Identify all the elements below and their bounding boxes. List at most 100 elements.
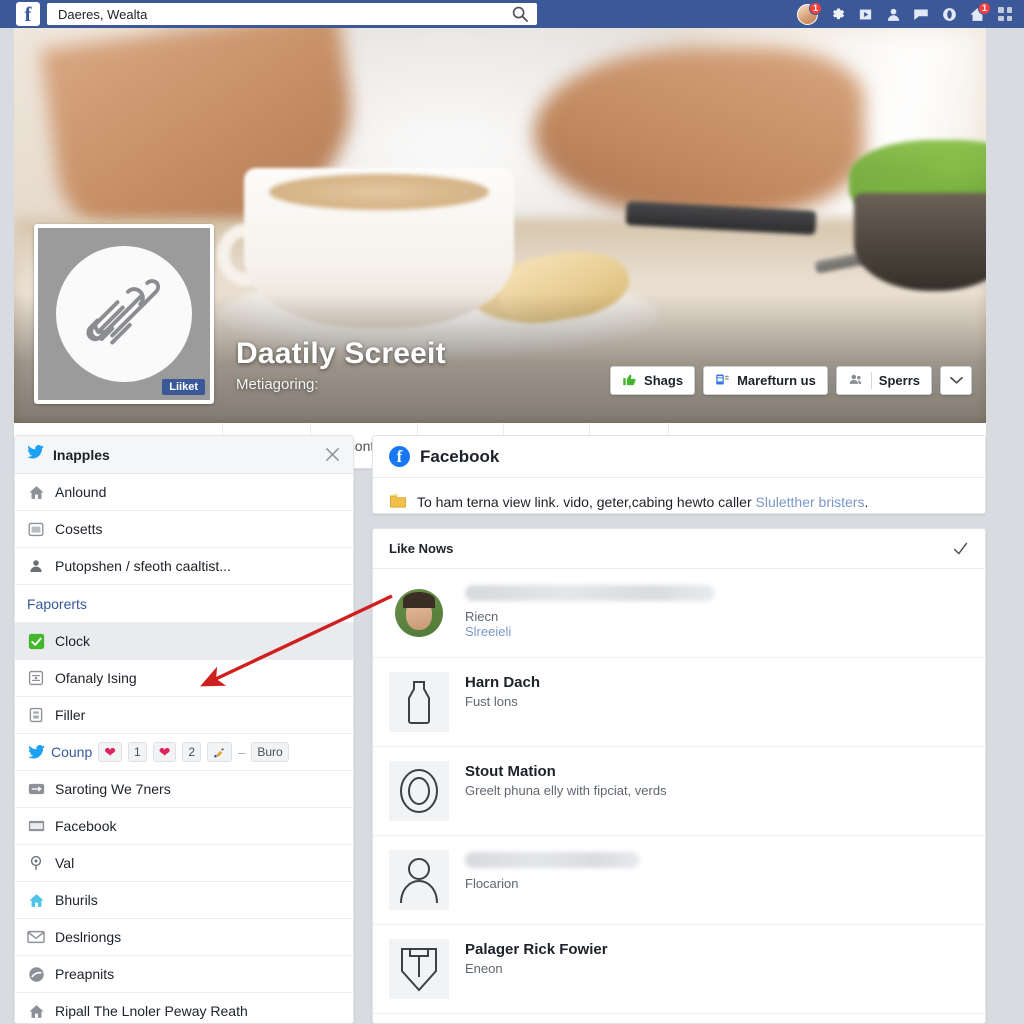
list-item[interactable]: [373, 1014, 985, 1023]
heart-icon: ❤: [104, 744, 116, 760]
people-icon: [848, 372, 864, 390]
left-panel-title: Inapples: [53, 446, 110, 463]
item-name: Palager Rick Fowier: [465, 940, 608, 958]
list-item-filler[interactable]: Filler: [15, 697, 353, 734]
list-item-ripall-the-lnoler-peway-reath[interactable]: Ripall The Lnoler Peway Reath: [15, 993, 353, 1023]
list-item-ofanaly-ising[interactable]: Ofanaly Ising: [15, 660, 353, 697]
avatar: [395, 588, 443, 637]
folder-icon: [389, 492, 407, 511]
list-item-deslriongs[interactable]: Deslriongs: [15, 919, 353, 956]
facebook-card-header: f Facebook: [373, 436, 985, 478]
app-grid-icon[interactable]: [996, 5, 1014, 23]
sperrs-label: Sperrs: [878, 373, 920, 388]
twitter-bird-icon: [27, 445, 44, 464]
list-item-cosetts[interactable]: Cosetts: [15, 511, 353, 548]
thumbs-up-green-icon: [622, 372, 637, 390]
notice-link[interactable]: Sluletther bristers: [756, 494, 865, 510]
profile-like-badge[interactable]: Liiket: [162, 379, 205, 395]
list-item-label: Preapnits: [55, 966, 115, 982]
marefturn-us-label: Marefturn us: [737, 373, 816, 388]
list-item[interactable]: Palager Rick Fowier Eneon: [373, 925, 985, 1014]
check-icon[interactable]: [952, 540, 969, 562]
list-item-saroting-we-7ners[interactable]: Saroting We 7ners: [15, 771, 353, 808]
sparkle-icon[interactable]: [207, 742, 233, 762]
window-icon: [27, 817, 45, 835]
list-item-label: Counp: [51, 744, 93, 760]
item-desc: Flocarion: [465, 875, 519, 891]
list-item-val[interactable]: Val: [15, 845, 353, 882]
chevron-down-icon: [949, 373, 963, 388]
cover-more-button[interactable]: [940, 366, 972, 395]
list-section-label: Faporerts: [27, 595, 87, 612]
facebook-round-icon: f: [389, 446, 410, 467]
disc-icon: [27, 965, 45, 983]
page-title: Daatily Screeit: [236, 337, 446, 370]
facebook-logo-icon[interactable]: f: [16, 2, 40, 26]
list-item-label: Clock: [55, 633, 91, 649]
list-item-preapnits[interactable]: Preapnits: [15, 956, 353, 993]
tag-icon: [27, 780, 45, 798]
left-panel-header: Inapples: [15, 436, 353, 474]
page-board-icon: [715, 372, 730, 390]
list-item-anlound[interactable]: Anlound: [15, 474, 353, 511]
list-item[interactable]: Stout Mation Greelt phuna elly with fipc…: [373, 747, 985, 836]
list-item-label: Filler: [55, 707, 86, 723]
list-item-label: Putopshen / sfeoth caaltist...: [55, 558, 231, 574]
globe-notifications-icon[interactable]: [940, 5, 958, 23]
list-item-counp[interactable]: Counp ❤ 1 ❤ 2 – Buro: [15, 734, 353, 771]
friend-requests-icon[interactable]: [884, 5, 902, 23]
top-right-icon-group: 1 1: [797, 0, 1014, 28]
list-item-label: Deslriongs: [55, 929, 122, 945]
left-panel: Inapples Anlound Cosetts Putopshen / sfe…: [14, 435, 354, 1024]
profile-avatar[interactable]: 1: [797, 1, 822, 25]
reaction-extra-pill[interactable]: Buro: [251, 742, 289, 762]
gear-icon[interactable]: [828, 5, 846, 23]
reaction-heart-1[interactable]: ❤: [98, 742, 122, 762]
search-input[interactable]: [56, 5, 496, 23]
bottle-icon: [389, 671, 449, 732]
item-desc: Greelt phuna elly with fipciat, verds: [465, 782, 667, 798]
sperrs-button[interactable]: Sperrs: [835, 366, 932, 395]
person-icon: [27, 557, 45, 575]
calendar-icon: [27, 520, 45, 538]
archive-icon: [27, 706, 45, 724]
list-item-facebook[interactable]: Facebook: [15, 808, 353, 845]
redacted-name: [465, 851, 640, 868]
list-item-putopshen[interactable]: Putopshen / sfeoth caaltist...: [15, 548, 353, 585]
home-notifications-icon[interactable]: 1: [968, 2, 991, 23]
item-name: Harn Dach: [465, 673, 541, 691]
item-desc: Fust lons: [465, 693, 518, 709]
list-section-faporerts[interactable]: Faporerts: [15, 585, 353, 623]
redacted-name: [465, 584, 715, 601]
reaction-count-2: 2: [182, 742, 202, 762]
messenger-icon[interactable]: [856, 5, 874, 23]
item-desc: Eneon: [465, 960, 503, 976]
reaction-heart-2[interactable]: ❤: [152, 742, 177, 762]
close-icon[interactable]: [324, 446, 342, 464]
item-link[interactable]: Slreeieli: [465, 624, 715, 639]
page-content: Inapples Anlound Cosetts Putopshen / sfe…: [14, 435, 986, 1024]
facebook-notice-card: f Facebook To ham terna view link. vido,…: [372, 435, 986, 514]
notice-tail: .: [864, 493, 869, 510]
search-box[interactable]: [47, 3, 537, 25]
list-item-label: Ripall The Lnoler Peway Reath: [55, 1003, 248, 1019]
heart-icon: ❤: [158, 744, 171, 760]
avatar-badge: 1: [809, 1, 822, 15]
crutches-icon: [85, 278, 160, 344]
shags-button[interactable]: Shags: [610, 366, 696, 395]
top-navigation-bar: f 1: [0, 0, 1024, 28]
search-icon[interactable]: [512, 6, 528, 22]
marefturn-us-button[interactable]: Marefturn us: [703, 366, 828, 395]
list-item[interactable]: Harn Dach Fust lons: [373, 658, 985, 747]
profile-picture[interactable]: Liiket: [34, 224, 214, 404]
list-item-label: Cosetts: [55, 521, 103, 537]
item-desc: Riecn: [465, 608, 499, 624]
list-item[interactable]: Flocarion: [373, 836, 985, 925]
chat-bubble-icon[interactable]: [912, 5, 930, 23]
list-item-clock[interactable]: Clock: [15, 623, 353, 660]
list-item-bhurils[interactable]: Bhurils: [15, 882, 353, 919]
list-item-label: Anlound: [55, 484, 107, 500]
list-item[interactable]: Riecn Slreeieli: [373, 569, 985, 658]
facebook-card-title: Facebook: [420, 446, 500, 466]
twitter-bird-icon: [27, 743, 45, 761]
